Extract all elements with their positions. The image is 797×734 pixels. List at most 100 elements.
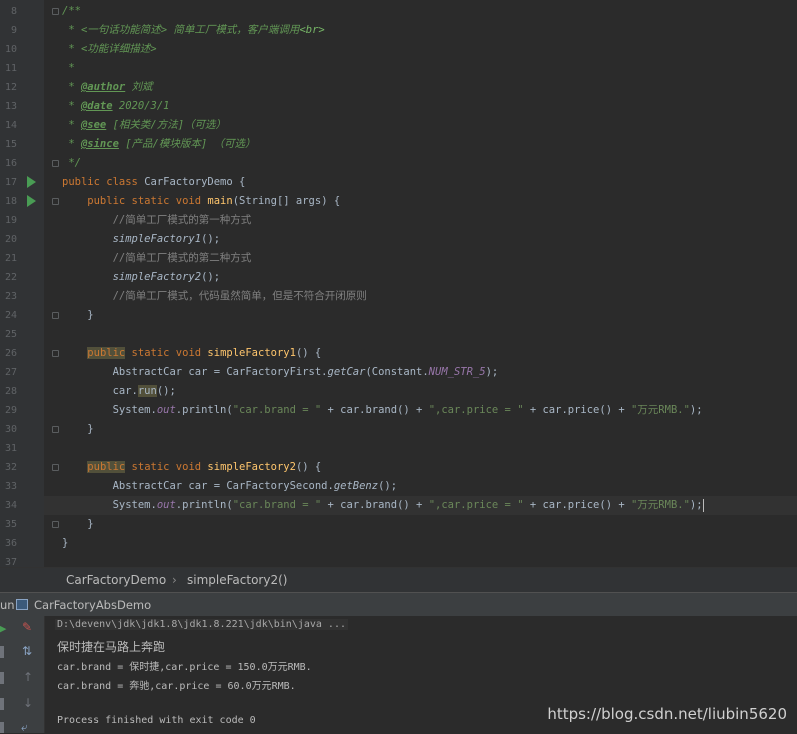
dump-threads-icon[interactable] — [0, 698, 4, 710]
line-number: 23 — [4, 291, 17, 302]
doc-comment: * <功能详细描述> — [62, 43, 157, 55]
doc-tag: @author — [80, 81, 126, 93]
code-text: .println( — [175, 404, 233, 416]
line-number: 29 — [4, 405, 17, 416]
code-line: * <功能详细描述> — [62, 40, 157, 59]
code-editor[interactable]: 8 9 10 11 12 13 14 15 16 17 18 19 20 21 … — [0, 0, 797, 567]
pause-icon[interactable] — [0, 672, 4, 684]
code-line: AbstractCar car = CarFactorySecond.getBe… — [62, 477, 398, 496]
breadcrumb-class[interactable]: CarFactoryDemo — [66, 573, 166, 587]
static-call: getCar — [327, 366, 366, 378]
code-line: * @see [相关类/方法]（可选） — [62, 116, 226, 135]
code-text: + car.price() + — [523, 404, 631, 416]
line-number: 18 — [4, 196, 17, 207]
code-text: (); — [156, 385, 176, 397]
edit-config-icon[interactable]: ✎ — [22, 620, 32, 634]
run-tab-label[interactable]: un — [0, 598, 15, 612]
string-literal: "car.brand = " — [232, 499, 322, 511]
console-output-line: car.brand = 奔驰,car.price = 60.0万元RMB. — [57, 681, 296, 692]
code-text: .println( — [175, 499, 233, 511]
code-text: ); — [689, 404, 703, 416]
string-literal: "car.brand = " — [232, 404, 322, 416]
keyword: static void — [125, 347, 208, 359]
code-line: //简单工厂模式的第二种方式 — [62, 249, 252, 268]
line-number: 20 — [4, 234, 17, 245]
doc-tag: @since — [80, 138, 119, 150]
code-text: () { — [295, 347, 322, 359]
line-number: 17 — [4, 177, 17, 188]
console-exit-line: Process finished with exit code 0 — [57, 715, 256, 726]
up-arrow-icon[interactable]: ↑ — [23, 670, 33, 684]
line-number: 37 — [4, 557, 17, 567]
code-line: car.run(); — [62, 382, 176, 401]
code-line: System.out.println("car.brand = " + car.… — [62, 401, 703, 420]
down-arrow-icon[interactable]: ↓ — [23, 696, 33, 710]
console-command: D:\devenv\jdk\jdk1.8\jdk1.8.221\jdk\bin\… — [55, 619, 348, 630]
fold-marker-icon[interactable] — [52, 160, 59, 167]
code-line: //简单工厂模式的第一种方式 — [62, 211, 252, 230]
code-line: /** — [62, 2, 81, 21]
line-number: 10 — [4, 44, 17, 55]
line-number: 31 — [4, 443, 17, 454]
code-text: AbstractCar car = CarFactoryFirst. — [62, 366, 328, 378]
code-text: System. — [62, 499, 157, 511]
code-line: } — [62, 306, 94, 325]
breadcrumb-method[interactable]: simpleFactory2() — [187, 573, 287, 587]
line-number: 26 — [4, 348, 17, 359]
class-name: CarFactoryDemo { — [144, 176, 246, 188]
line-number: 11 — [4, 63, 17, 74]
fold-marker-icon[interactable] — [52, 8, 59, 15]
code-line: * — [62, 59, 74, 78]
sort-icon[interactable]: ⇅ — [22, 644, 32, 658]
code-text: (); — [201, 271, 221, 283]
rerun-icon[interactable]: ▶ — [0, 622, 6, 636]
line-comment: //简单工厂模式的第一种方式 — [62, 214, 252, 226]
code-text: () { — [295, 461, 322, 473]
settings-icon[interactable] — [0, 722, 4, 733]
string-literal: ",car.price = " — [428, 499, 524, 511]
code-line: AbstractCar car = CarFactoryFirst.getCar… — [62, 363, 499, 382]
line-number: 33 — [4, 481, 17, 492]
code-line: public static void main(String[] args) { — [62, 192, 340, 211]
line-number: 36 — [4, 538, 17, 549]
doc-tag: @see — [80, 119, 107, 131]
run-config-name[interactable]: CarFactoryAbsDemo — [34, 598, 151, 612]
code-line: * @date 2020/3/1 — [62, 97, 169, 116]
code-text: (); — [378, 480, 398, 492]
line-number: 9 — [10, 25, 17, 36]
console-output-line: 保时捷在马路上奔跑 — [57, 640, 166, 654]
line-number: 30 — [4, 424, 17, 435]
doc-html-tag: <br> — [299, 24, 325, 36]
code-line: simpleFactory2(); — [62, 268, 220, 287]
line-number: 22 — [4, 272, 17, 283]
fold-marker-icon[interactable] — [52, 464, 59, 471]
line-number: 8 — [10, 6, 17, 17]
breadcrumb-separator: › — [172, 573, 177, 587]
code-line: simpleFactory1(); — [62, 230, 220, 249]
run-main-gutter-icon[interactable] — [27, 195, 36, 207]
doc-comment: * — [62, 119, 81, 131]
line-comment: //简单工厂模式的第二种方式 — [62, 252, 252, 264]
stop-icon[interactable] — [0, 646, 4, 658]
static-call: simpleFactory2 — [112, 271, 202, 283]
fold-marker-icon[interactable] — [52, 198, 59, 205]
method-name: main — [207, 195, 233, 207]
fold-marker-icon[interactable] — [52, 521, 59, 528]
keyword: public static void — [62, 195, 208, 207]
run-toolbar: ▶ ✎ ⇅ ↑ ↓ ⤶ — [0, 616, 45, 734]
line-number: 15 — [4, 139, 17, 150]
code-text: } — [62, 309, 94, 321]
line-number: 27 — [4, 367, 17, 378]
doc-comment: */ — [62, 157, 81, 169]
code-text: (); — [201, 233, 221, 245]
fold-marker-icon[interactable] — [52, 426, 59, 433]
fold-marker-icon[interactable] — [52, 350, 59, 357]
code-text: AbstractCar car = CarFactorySecond. — [62, 480, 334, 492]
code-line: * @author 刘斌 — [62, 78, 152, 97]
code-line: */ — [62, 154, 81, 173]
soft-wrap-icon[interactable]: ⤶ — [21, 720, 28, 734]
run-class-gutter-icon[interactable] — [27, 176, 36, 188]
method-name: simpleFactory2 — [207, 461, 296, 473]
method-call: run — [137, 385, 157, 397]
fold-marker-icon[interactable] — [52, 312, 59, 319]
